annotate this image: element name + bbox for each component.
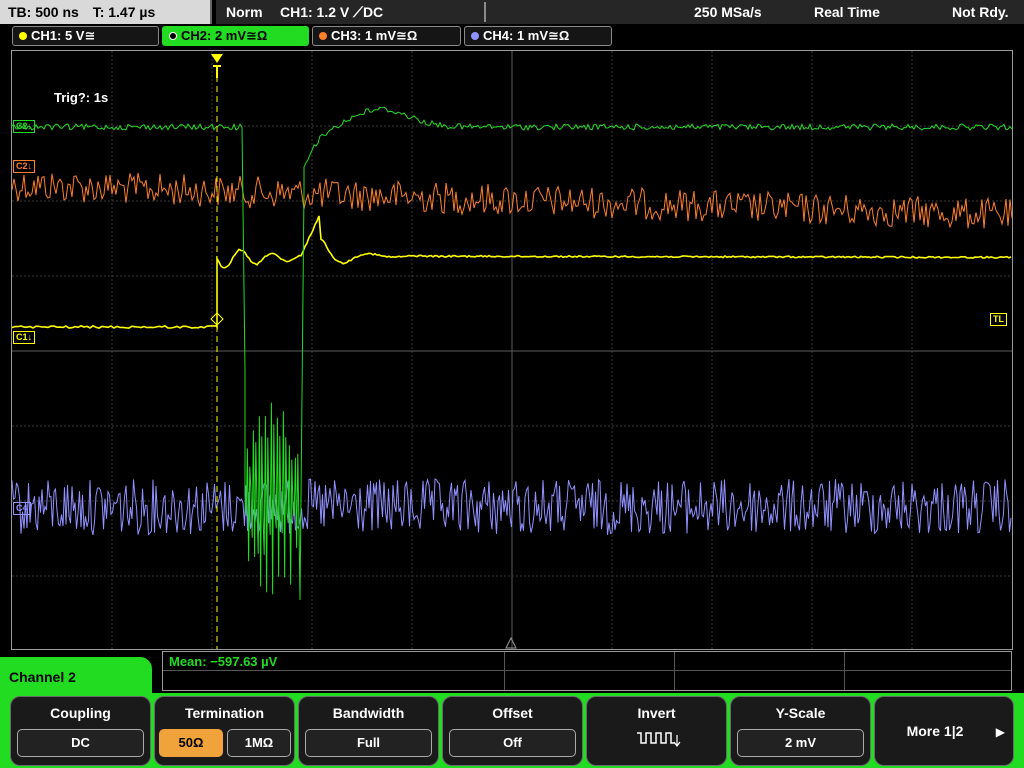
meas-grid bbox=[504, 652, 505, 690]
y-scale-title: Y-Scale bbox=[775, 705, 826, 721]
channel-menu-tab[interactable]: Channel 2 bbox=[0, 657, 152, 697]
meas-grid bbox=[674, 652, 675, 690]
more-softkey[interactable]: More 1|2 ▶ bbox=[874, 696, 1014, 766]
trigger-position-marker-icon bbox=[211, 54, 223, 63]
invert-title: Invert bbox=[637, 705, 676, 721]
channel-menu-label: Channel 2 bbox=[9, 669, 76, 685]
trigger-status: Trig?: 1s bbox=[54, 90, 109, 105]
bandwidth-title: Bandwidth bbox=[332, 705, 405, 721]
ch3-ground-marker[interactable]: C2↓ bbox=[13, 160, 36, 173]
coupling-title: Coupling bbox=[50, 705, 111, 721]
mean-measurement: Mean: −597.63 µV bbox=[169, 654, 278, 669]
offset-softkey[interactable]: Offset Off bbox=[442, 696, 583, 766]
bandwidth-value[interactable]: Full bbox=[305, 729, 432, 757]
coupling-value[interactable]: DC bbox=[17, 729, 144, 757]
trigger-t-icon bbox=[213, 65, 221, 78]
termination-title: Termination bbox=[184, 705, 265, 721]
waveform-canvas bbox=[11, 51, 1013, 649]
offset-value[interactable]: Off bbox=[449, 729, 576, 757]
bandwidth-softkey[interactable]: Bandwidth Full bbox=[298, 696, 439, 766]
measurement-panel: Mean: −597.63 µV bbox=[162, 651, 1012, 691]
termination-50-ohm[interactable]: 50Ω bbox=[159, 729, 223, 757]
coupling-softkey[interactable]: Coupling DC bbox=[10, 696, 151, 766]
invert-softkey[interactable]: Invert bbox=[586, 696, 727, 766]
ch1-ground-marker[interactable]: C1↓ bbox=[13, 331, 36, 344]
trigger-level-marker[interactable]: TL bbox=[990, 313, 1007, 326]
meas-grid bbox=[844, 652, 845, 690]
termination-softkey[interactable]: Termination 50Ω 1MΩ bbox=[154, 696, 295, 766]
ch4-ground-marker[interactable]: C4 bbox=[13, 502, 31, 515]
ch2-ground-marker[interactable]: C2↓ bbox=[13, 120, 36, 133]
offset-title: Offset bbox=[492, 705, 533, 721]
y-scale-value[interactable]: 2 mV bbox=[737, 729, 864, 757]
more-label: More 1|2 bbox=[906, 723, 964, 739]
center-marker-icon bbox=[505, 636, 517, 649]
meas-divider bbox=[163, 670, 1011, 671]
y-scale-softkey[interactable]: Y-Scale 2 mV bbox=[730, 696, 871, 766]
termination-1m-ohm[interactable]: 1MΩ bbox=[227, 729, 291, 757]
invert-waveform-icon bbox=[637, 732, 681, 747]
next-page-arrow-icon: ▶ bbox=[995, 725, 1005, 739]
